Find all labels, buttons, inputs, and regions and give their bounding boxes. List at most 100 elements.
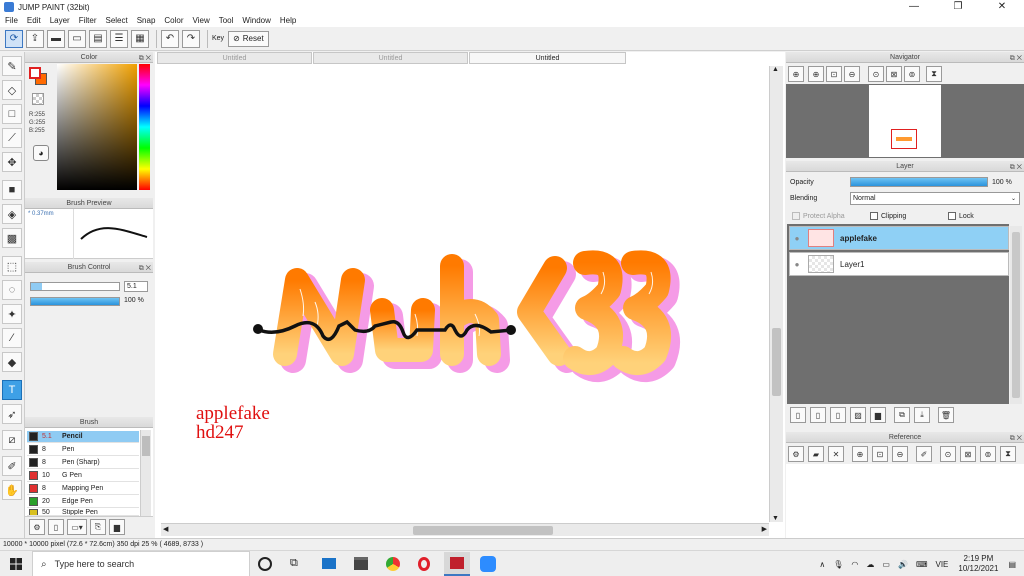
- language-indicator[interactable]: VIE: [935, 560, 948, 569]
- protect-alpha-checkbox[interactable]: [792, 212, 800, 220]
- undo-icon[interactable]: ↶: [161, 29, 179, 48]
- transparent-color-swatch[interactable]: [32, 93, 44, 105]
- reference-zoom-in-icon[interactable]: ⊕: [852, 446, 868, 462]
- menu-file[interactable]: File: [5, 16, 18, 25]
- lock-checkbox[interactable]: [948, 212, 956, 220]
- new-folder-icon[interactable]: ▆: [870, 407, 886, 423]
- close-button[interactable]: ✕: [980, 0, 1024, 14]
- open-reference-icon[interactable]: ▰: [808, 446, 824, 462]
- layer-visibility-icon[interactable]: ●: [790, 234, 804, 243]
- cortana-icon[interactable]: [258, 557, 272, 571]
- grid-icon[interactable]: ▦: [131, 29, 149, 48]
- brush-item-stipple-pen[interactable]: 50 Stipple Pen: [27, 509, 139, 516]
- opera-icon[interactable]: [418, 557, 430, 571]
- close-reference-icon[interactable]: ✕: [828, 446, 844, 462]
- zoom-out-icon[interactable]: ⊖: [844, 66, 860, 82]
- new-brush-icon[interactable]: ▯: [48, 519, 64, 535]
- sync-icon[interactable]: ⟳: [5, 29, 23, 48]
- brush-menu-icon[interactable]: ▭▾: [67, 519, 87, 535]
- hue-slider[interactable]: [139, 64, 150, 190]
- document-tab-2[interactable]: Untitled: [313, 52, 468, 64]
- notification-icon[interactable]: ▤: [1008, 560, 1016, 569]
- menu-filter[interactable]: Filter: [79, 16, 97, 25]
- document-tab-1[interactable]: Untitled: [157, 52, 312, 64]
- menu-window[interactable]: Window: [242, 16, 270, 25]
- battery-icon[interactable]: ▭: [882, 560, 890, 569]
- mail-icon[interactable]: [322, 558, 336, 569]
- scroll-left-icon[interactable]: ◀: [163, 525, 168, 533]
- reference-flip-icon[interactable]: ⧗: [1000, 446, 1016, 462]
- reference-settings-icon[interactable]: ⚙: [788, 446, 804, 462]
- ime-icon[interactable]: ⌨: [916, 560, 928, 569]
- clipping-checkbox[interactable]: [870, 212, 878, 220]
- menu-help[interactable]: Help: [280, 16, 296, 25]
- menu-select[interactable]: Select: [105, 16, 127, 25]
- gradient-tool-icon[interactable]: ▩: [2, 228, 22, 248]
- brush-size-slider[interactable]: [30, 282, 120, 291]
- menu-color[interactable]: Color: [164, 16, 183, 25]
- rectangle-tool-icon[interactable]: □: [2, 104, 22, 124]
- fill-rect-tool-icon[interactable]: ■: [2, 180, 22, 200]
- reference-rotate-right-icon[interactable]: ⊚: [980, 446, 996, 462]
- reference-eyedropper-icon[interactable]: ✐: [916, 446, 932, 462]
- page-icon[interactable]: ▤: [89, 29, 107, 48]
- chrome-icon[interactable]: [386, 557, 400, 571]
- brush-item-edge-pen[interactable]: 20 Edge Pen: [27, 496, 139, 508]
- brush-size-value[interactable]: 5.1: [124, 281, 148, 292]
- navigator-view[interactable]: [786, 84, 1024, 158]
- canvas-area[interactable]: Untitled Untitled Untitled applefake hd2…: [155, 52, 785, 538]
- scroll-right-icon[interactable]: ▶: [762, 525, 767, 533]
- brush-list-scrollbar[interactable]: [140, 430, 151, 516]
- brush-opacity-slider[interactable]: [30, 297, 120, 306]
- scrollbar-thumb[interactable]: [772, 328, 781, 396]
- layer-visibility-icon[interactable]: ●: [790, 260, 804, 269]
- layer-row-layer1[interactable]: ● Layer1: [789, 252, 1009, 276]
- menu-tool[interactable]: Tool: [219, 16, 234, 25]
- brush-item-mapping-pen[interactable]: 8 Mapping Pen: [27, 483, 139, 495]
- network-icon[interactable]: ◠: [851, 560, 858, 569]
- blending-select[interactable]: Normal ⌄: [850, 192, 1020, 205]
- bucket-tool-icon[interactable]: ◈: [2, 204, 22, 224]
- select-eraser-tool-icon[interactable]: ◆: [2, 352, 22, 372]
- new-layer-1bit-icon[interactable]: ▯: [830, 407, 846, 423]
- task-view-icon[interactable]: ⧉: [290, 557, 298, 570]
- zoom-in-icon[interactable]: ⊕: [808, 66, 824, 82]
- operation-tool-icon[interactable]: ➶: [2, 404, 22, 424]
- lasso-tool-icon[interactable]: ◌: [2, 280, 22, 300]
- horizontal-scrollbar[interactable]: ◀ ▶: [161, 523, 769, 536]
- jump-paint-taskbar-icon[interactable]: [444, 552, 470, 576]
- brush-item-g-pen[interactable]: 10 G Pen: [27, 470, 139, 482]
- reference-zoom-out-icon[interactable]: ⊖: [892, 446, 908, 462]
- zoom-actual-icon[interactable]: ⊡: [826, 66, 842, 82]
- menu-view[interactable]: View: [193, 16, 210, 25]
- eyedropper-tool-icon[interactable]: ✐: [2, 456, 22, 476]
- scroll-up-icon[interactable]: ▲: [772, 66, 779, 73]
- cloud-icon[interactable]: ☁: [866, 560, 874, 569]
- menu-layer[interactable]: Layer: [50, 16, 70, 25]
- panel-close-icon[interactable]: ⧉ ✕: [1010, 53, 1022, 64]
- move-tool-icon[interactable]: ✥: [2, 152, 22, 172]
- new-layer-icon[interactable]: ▯: [790, 407, 806, 423]
- rotate-right-icon[interactable]: ⊚: [904, 66, 920, 82]
- list-icon[interactable]: ☰: [110, 29, 128, 48]
- chat-icon[interactable]: ▭: [68, 29, 86, 48]
- brush-item-pen-sharp[interactable]: 8 Pen (Sharp): [27, 457, 139, 469]
- line-tool-icon[interactable]: ⟋: [2, 128, 22, 148]
- palette-icon[interactable]: ◕: [33, 145, 49, 161]
- zoom-fit-icon[interactable]: ⊕: [788, 66, 804, 82]
- select-rect-tool-icon[interactable]: ⬚: [2, 256, 22, 276]
- reset-button[interactable]: ⊘ Reset: [228, 30, 269, 47]
- scrollbar-thumb[interactable]: [142, 436, 150, 456]
- brush-settings-icon[interactable]: ⚙: [29, 519, 45, 535]
- menu-edit[interactable]: Edit: [27, 16, 41, 25]
- primary-color-swatch[interactable]: [29, 67, 41, 79]
- rotate-left-icon[interactable]: ⊙: [868, 66, 884, 82]
- layer-opacity-slider[interactable]: [850, 177, 988, 187]
- saturation-value-picker[interactable]: [57, 64, 137, 190]
- panel-close-icon[interactable]: ⧉ ✕: [1010, 162, 1022, 173]
- document-tab-3[interactable]: Untitled: [469, 52, 626, 64]
- chevron-up-icon[interactable]: ∧: [819, 560, 825, 569]
- brush-folder-icon[interactable]: ▆: [109, 519, 125, 535]
- volume-icon[interactable]: 🔊: [898, 560, 908, 569]
- new-layer-8bit-icon[interactable]: ▯: [810, 407, 826, 423]
